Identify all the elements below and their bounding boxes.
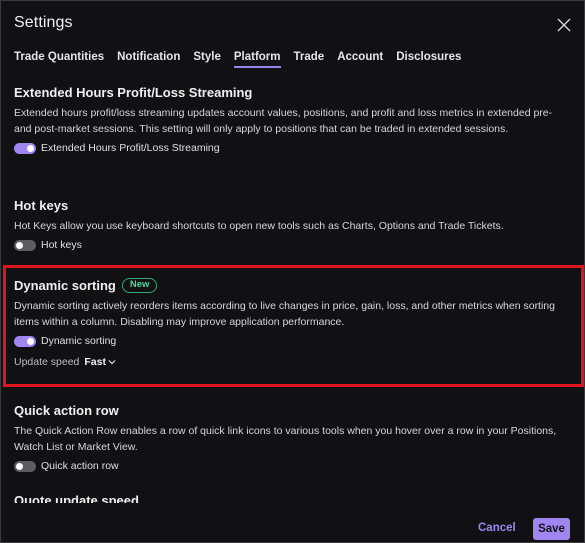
- dynamic-sorting-toggle[interactable]: [14, 335, 36, 347]
- save-button[interactable]: Save: [533, 518, 570, 540]
- tab-disclosures[interactable]: Disclosures: [396, 51, 461, 68]
- tab-trade[interactable]: Trade: [294, 51, 325, 68]
- toggle-knob: [27, 337, 34, 345]
- hot-keys-toggle-row: Hot keys: [14, 239, 570, 251]
- update-speed-row: Update speed Fast: [14, 356, 570, 368]
- tab-trade-quantities[interactable]: Trade Quantities: [14, 51, 104, 68]
- section-description: Extended hours profit/loss streaming upd…: [14, 107, 553, 135]
- toggle-knob: [16, 462, 23, 470]
- toggle-label: Extended Hours Profit/Loss Streaming: [41, 142, 220, 154]
- update-speed-label: Update speed: [14, 356, 80, 368]
- section-dynamic-sorting: Dynamic sorting New Dynamic sorting acti…: [14, 278, 570, 368]
- tab-notification[interactable]: Notification: [117, 51, 180, 68]
- section-title: Extended Hours Profit/Loss Streaming: [14, 85, 253, 100]
- close-icon[interactable]: [557, 18, 571, 32]
- toggle-knob: [16, 241, 23, 249]
- extended-hours-toggle[interactable]: [14, 142, 36, 154]
- section-hot-keys: Hot keys Hot Keys allow you use keyboard…: [14, 198, 570, 251]
- tab-style[interactable]: Style: [193, 51, 221, 68]
- hot-keys-toggle[interactable]: [14, 239, 36, 251]
- update-speed-value: Fast: [84, 356, 106, 368]
- tab-account[interactable]: Account: [337, 51, 383, 68]
- dialog-footer: Cancel Save: [1, 511, 584, 542]
- section-description: Hot Keys allow you use keyboard shortcut…: [14, 220, 504, 232]
- section-description: Dynamic sorting actively reorders items …: [14, 300, 555, 328]
- section-quick-action-row: Quick action row The Quick Action Row en…: [14, 403, 570, 472]
- dynamic-sorting-toggle-row: Dynamic sorting: [14, 335, 570, 347]
- settings-tabs: Trade Quantities Notification Style Plat…: [14, 51, 474, 68]
- extended-hours-toggle-row: Extended Hours Profit/Loss Streaming: [14, 142, 570, 154]
- settings-dialog: Settings Trade Quantities Notification S…: [0, 0, 585, 543]
- section-quote-update-speed: Quote update speed: [14, 493, 570, 503]
- section-title: Quote update speed: [14, 493, 139, 503]
- quick-action-row-toggle-row: Quick action row: [14, 460, 570, 472]
- toggle-label: Dynamic sorting: [41, 335, 117, 347]
- platform-settings-panel: Extended Hours Profit/Loss Streaming Ext…: [1, 73, 584, 503]
- section-title-text: Dynamic sorting: [14, 278, 116, 293]
- section-title: Quick action row: [14, 403, 119, 418]
- new-badge: New: [121, 278, 158, 293]
- toggle-knob: [27, 144, 34, 152]
- toggle-label: Quick action row: [41, 460, 119, 472]
- section-title: Dynamic sorting New: [14, 278, 570, 293]
- update-speed-dropdown[interactable]: Fast: [84, 356, 116, 368]
- quick-action-row-toggle[interactable]: [14, 460, 36, 472]
- cancel-button[interactable]: Cancel: [478, 522, 516, 534]
- section-description: The Quick Action Row enables a row of qu…: [14, 425, 557, 453]
- chevron-down-icon: [108, 360, 116, 365]
- dialog-title: Settings: [14, 14, 73, 31]
- tab-platform[interactable]: Platform: [233, 51, 281, 68]
- section-extended-hours: Extended Hours Profit/Loss Streaming Ext…: [14, 85, 570, 154]
- toggle-label: Hot keys: [41, 239, 82, 251]
- section-title: Hot keys: [14, 198, 69, 213]
